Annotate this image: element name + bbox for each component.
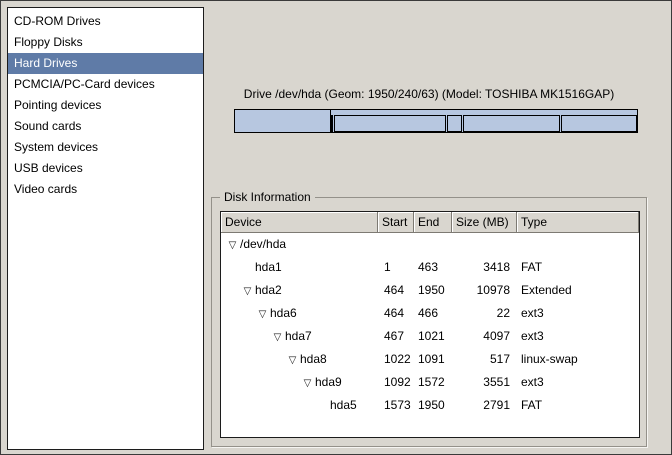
expander-icon[interactable]: ▽ — [240, 280, 255, 302]
expander-icon[interactable]: ▽ — [285, 349, 300, 371]
device-cell: ▽hda6 — [221, 302, 378, 325]
type-cell: Extended — [517, 279, 639, 302]
size-cell — [452, 233, 517, 256]
device-cell: hda5 — [221, 394, 378, 417]
tree-indent — [225, 339, 270, 340]
device-cell: ▽hda7 — [221, 325, 378, 348]
column-header-type[interactable]: Type — [517, 212, 639, 233]
disk-information-frame: Disk Information Device Start End Size (… — [211, 197, 647, 447]
sidebar-item-sound-cards[interactable]: Sound cards — [8, 116, 203, 137]
start-cell: 1092 — [378, 371, 414, 394]
expander-icon[interactable]: ▽ — [300, 372, 315, 394]
start-cell — [378, 233, 414, 256]
table-row[interactable]: ▽hda746710214097ext3 — [221, 325, 639, 348]
drive-title: Drive /dev/hda (Geom: 1950/240/63) (Mode… — [215, 87, 643, 101]
size-cell: 4097 — [452, 325, 517, 348]
disk-table: Device Start End Size (MB) Type ▽/dev/hd… — [220, 211, 640, 438]
tree-indent — [225, 293, 240, 294]
device-label: hda8 — [300, 352, 327, 366]
sidebar-item-video-cards[interactable]: Video cards — [8, 179, 203, 200]
end-cell: 1572 — [414, 371, 452, 394]
device-label: hda2 — [255, 283, 282, 297]
start-cell: 467 — [378, 325, 414, 348]
column-header-size[interactable]: Size (MB) — [452, 212, 517, 233]
tree-indent — [225, 385, 300, 386]
size-cell: 517 — [452, 348, 517, 371]
column-header-start[interactable]: Start — [378, 212, 414, 233]
type-cell — [517, 233, 639, 256]
device-label: hda9 — [315, 375, 342, 389]
expander-icon[interactable]: ▽ — [255, 303, 270, 325]
device-label: hda7 — [285, 329, 312, 343]
table-row[interactable]: ▽hda810221091517linux-swap — [221, 348, 639, 371]
partition-segment — [561, 115, 637, 132]
start-cell: 464 — [378, 279, 414, 302]
device-label: hda5 — [330, 398, 357, 412]
end-cell: 463 — [414, 256, 452, 279]
table-row[interactable]: hda1 14633418FAT — [221, 256, 639, 279]
column-header-device[interactable]: Device — [221, 212, 378, 233]
table-row[interactable]: ▽hda9109215723551ext3 — [221, 371, 639, 394]
end-cell: 1091 — [414, 348, 452, 371]
device-cell: ▽/dev/hda — [221, 233, 378, 256]
type-cell: ext3 — [517, 302, 639, 325]
hardware-browser-window: CD-ROM DrivesFloppy DisksHard DrivesPCMC… — [0, 0, 672, 455]
type-cell: ext3 — [517, 371, 639, 394]
end-cell: 1950 — [414, 394, 452, 417]
size-cell: 22 — [452, 302, 517, 325]
device-label: /dev/hda — [240, 237, 286, 251]
device-cell: hda1 — [221, 256, 378, 279]
type-cell: FAT — [517, 394, 639, 417]
table-row[interactable]: ▽hda646446622ext3 — [221, 302, 639, 325]
start-cell: 464 — [378, 302, 414, 325]
sidebar-item-floppy-disks[interactable]: Floppy Disks — [8, 32, 203, 53]
column-header-end[interactable]: End — [414, 212, 452, 233]
device-cell: ▽hda8 — [221, 348, 378, 371]
partition-segment — [447, 115, 461, 132]
expander-icon[interactable]: ▽ — [270, 326, 285, 348]
device-cell: ▽hda9 — [221, 371, 378, 394]
tree-indent — [225, 316, 255, 317]
sidebar-item-pcmcia-pc-card-devices[interactable]: PCMCIA/PC-Card devices — [8, 74, 203, 95]
type-cell: ext3 — [517, 325, 639, 348]
sidebar-item-usb-devices[interactable]: USB devices — [8, 158, 203, 179]
device-label: hda1 — [255, 260, 282, 274]
end-cell: 1021 — [414, 325, 452, 348]
disk-table-body: ▽/dev/hdahda114633418FAT▽hda246419501097… — [221, 233, 639, 417]
sidebar-item-hard-drives[interactable]: Hard Drives — [8, 53, 203, 74]
size-cell: 10978 — [452, 279, 517, 302]
partition-segment — [334, 115, 446, 132]
end-cell: 466 — [414, 302, 452, 325]
sidebar-item-pointing-devices[interactable]: Pointing devices — [8, 95, 203, 116]
table-row[interactable]: ▽/dev/hda — [221, 233, 639, 256]
start-cell: 1 — [378, 256, 414, 279]
disk-table-header: Device Start End Size (MB) Type — [221, 212, 639, 233]
table-row[interactable]: ▽hda2464195010978Extended — [221, 279, 639, 302]
type-cell: FAT — [517, 256, 639, 279]
sidebar-item-system-devices[interactable]: System devices — [8, 137, 203, 158]
tree-indent — [225, 362, 285, 363]
end-cell — [414, 233, 452, 256]
device-label: hda6 — [270, 306, 297, 320]
start-cell: 1573 — [378, 394, 414, 417]
tree-indent — [225, 408, 315, 409]
partition-segment — [331, 115, 333, 132]
tree-indent — [225, 270, 240, 271]
drive-bar — [234, 109, 638, 133]
start-cell: 1022 — [378, 348, 414, 371]
sidebar-item-cd-rom-drives[interactable]: CD-ROM Drives — [8, 11, 203, 32]
extended-partition-area — [330, 115, 637, 132]
disk-information-label: Disk Information — [220, 190, 315, 205]
size-cell: 2791 — [452, 394, 517, 417]
size-cell: 3418 — [452, 256, 517, 279]
table-row[interactable]: hda5 157319502791FAT — [221, 394, 639, 417]
device-category-list[interactable]: CD-ROM DrivesFloppy DisksHard DrivesPCMC… — [7, 7, 204, 450]
size-cell: 3551 — [452, 371, 517, 394]
device-cell: ▽hda2 — [221, 279, 378, 302]
expander-icon[interactable]: ▽ — [225, 234, 240, 256]
type-cell: linux-swap — [517, 348, 639, 371]
end-cell: 1950 — [414, 279, 452, 302]
partition-segment — [463, 115, 560, 132]
